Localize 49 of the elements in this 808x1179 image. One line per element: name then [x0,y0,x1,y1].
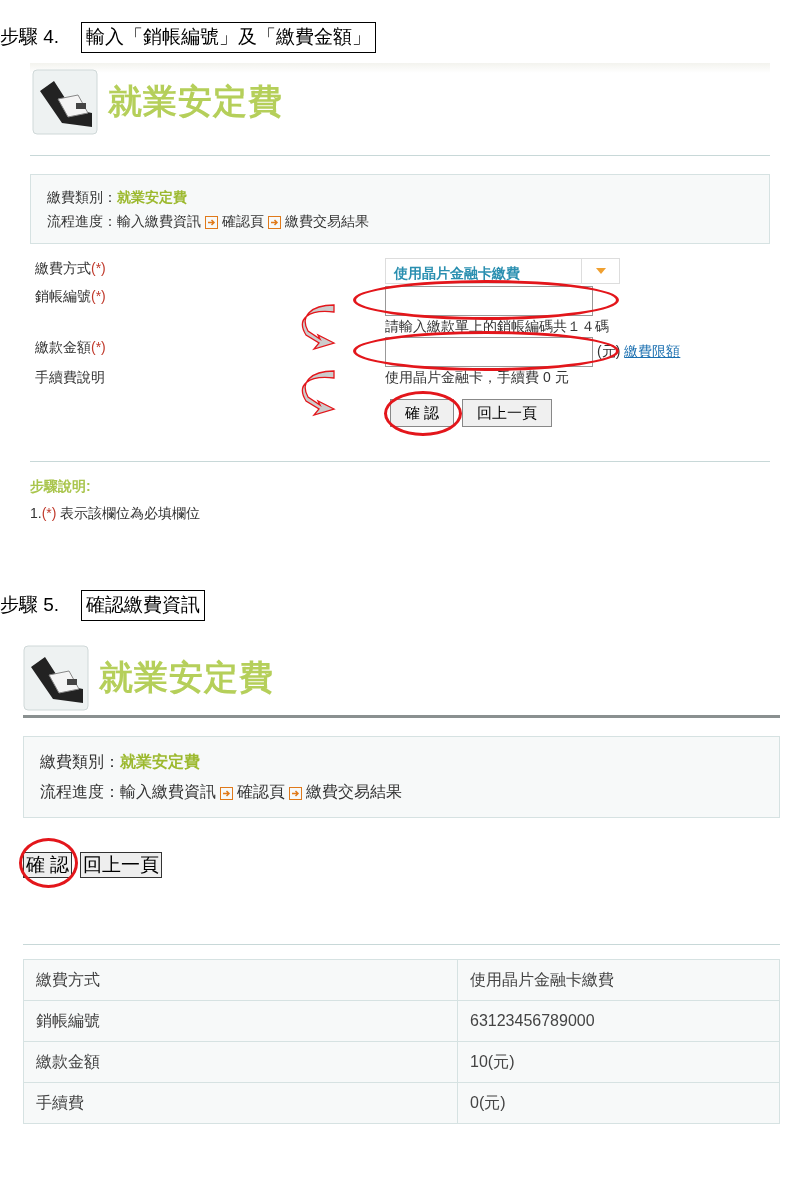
required-mark: (*) [91,259,106,276]
notes-title: 步驟說明: [30,477,92,496]
table-cell: 銷帳編號 [23,1000,458,1041]
table-cell: 繳款金額 [23,1041,458,1082]
field-label: 繳費方式 [35,259,91,276]
page-title: 就業安定費 [99,657,274,698]
input-field[interactable] [385,336,593,367]
note-text: 1.(*) 表示該欄位為必填欄位 [30,504,202,523]
table-cell: 手續費 [23,1082,458,1123]
input-field[interactable] [385,285,593,316]
card-reader-icon [23,644,89,711]
field-label: 繳款金額 [35,338,91,355]
progress-step: 繳費交易結果 [306,782,402,800]
arrow-icon [268,216,281,230]
category-value: 就業安定費 [117,188,187,205]
payment-method-select[interactable]: 使用晶片金融卡繳費 [385,257,620,284]
field-label: 繳費類別： [47,188,117,205]
caret-icon [595,267,606,274]
field-label: 銷帳編號 [35,287,91,304]
table-cell: 繳費方式 [23,959,458,1000]
step-number: 步驟 4. [0,25,60,49]
required-mark: (*) [91,338,106,355]
step-title: 輸入「銷帳編號」及「繳費金額」 [81,22,377,53]
field-label: 流程進度： [40,782,120,800]
field-label: 手續費說明 [35,368,105,385]
arrow-icon [205,216,218,230]
field-label: 流程進度： [47,212,117,229]
fee-note: 使用晶片金融卡，手續費 0 元 [385,367,569,387]
confirm-button[interactable]: 確 認 [23,851,73,878]
back-button[interactable]: 回上一頁 [462,398,553,427]
table-cell: 10(元) [457,1041,780,1082]
required-mark: (*) [91,287,106,304]
table-cell: 使用晶片金融卡繳費 [457,959,780,1000]
progress-step: 輸入繳費資訊 [117,212,201,229]
confirm-button[interactable]: 確 認 [390,398,455,427]
page-title: 就業安定費 [108,81,283,122]
progress-step: 繳費交易結果 [285,212,369,229]
category-value: 就業安定費 [120,752,200,770]
field-label: 繳費類別： [40,752,120,770]
table-cell: 0(元) [457,1082,780,1123]
progress-step: 確認頁 [222,212,264,229]
progress-step: 確認頁 [237,782,285,800]
back-button[interactable]: 回上一頁 [80,851,163,878]
step-number: 步驟 5. [0,593,60,617]
progress-step: 輸入繳費資訊 [120,782,216,800]
limit-link[interactable]: 繳費限額 [624,341,681,362]
table-cell: 63123456789000 [457,1000,780,1041]
step-title: 確認繳費資訊 [81,590,206,621]
card-reader-icon [32,68,98,135]
